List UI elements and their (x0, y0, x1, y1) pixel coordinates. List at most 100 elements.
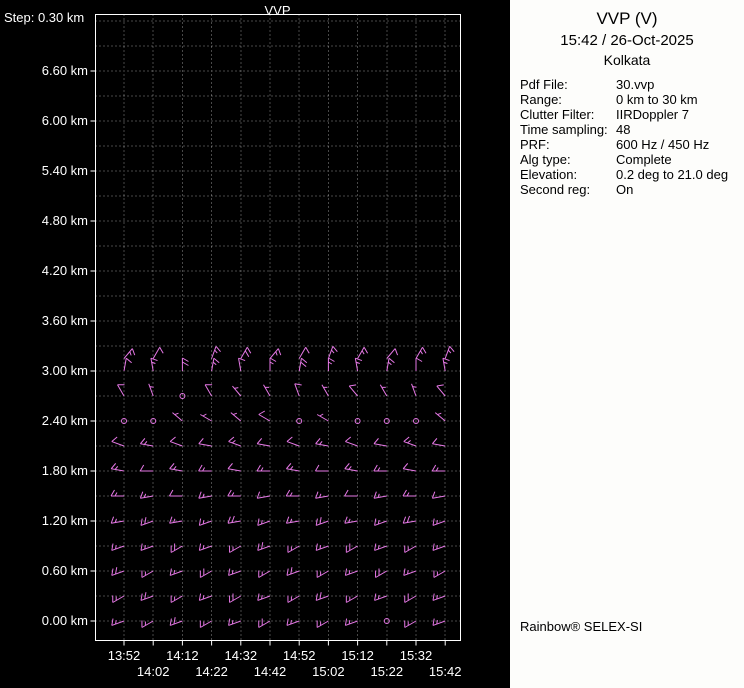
wind-barb-tick (449, 345, 455, 352)
wind-barb-shaft (286, 441, 300, 447)
plot-title: VVP (264, 3, 291, 18)
wind-barb-tick (402, 489, 407, 497)
wind-barb-shaft (200, 620, 212, 628)
wind-barb-shaft (316, 414, 329, 422)
wind-barb-tick (111, 543, 114, 551)
wind-barb-shaft (170, 441, 183, 447)
wind-barb-shaft (411, 383, 417, 397)
wind-barb-tick (442, 357, 450, 362)
wind-barb-tick (294, 383, 302, 386)
wind-barb-shaft (403, 520, 417, 524)
wind-barb-shaft (257, 520, 271, 526)
wind-barb-halftick (436, 595, 438, 600)
y-axis-label: 1.20 km (41, 513, 88, 528)
wind-barb-tick (394, 348, 399, 356)
wind-barb-tick (415, 357, 423, 362)
wind-barb-halftick (406, 492, 410, 497)
wind-barb-tick (277, 348, 282, 356)
wind-barb-tick (140, 438, 146, 445)
wind-barb-halftick (436, 545, 438, 550)
x-axis-label: 14:02 (136, 664, 170, 679)
wind-barb-halftick (377, 520, 380, 525)
field-value: On (616, 182, 634, 197)
wind-barb-shaft (298, 358, 302, 372)
wind-barb-tick (169, 618, 172, 626)
wind-barb-shaft (346, 545, 358, 553)
wind-barb-halftick (214, 349, 218, 354)
wind-barb-tick (432, 618, 435, 626)
field-value: Complete (616, 152, 672, 167)
wind-barb-shaft (140, 495, 154, 499)
wind-barb-tick (432, 543, 435, 551)
wind-barb-tick (344, 618, 348, 626)
wind-barb-shaft (432, 595, 446, 601)
x-axis-label: 14:52 (282, 648, 316, 663)
wind-barb-shaft (228, 620, 241, 626)
x-axis-label: 13:52 (107, 648, 141, 663)
wind-barb-halftick (420, 350, 423, 355)
wind-barb-tick (110, 489, 115, 497)
wind-barb-shaft (315, 495, 329, 499)
wind-barb-tick (198, 491, 202, 499)
wind-barb-halftick (202, 545, 205, 550)
wind-barb-shaft (123, 348, 133, 359)
wind-barb-tick (159, 346, 164, 354)
wind-barb-halftick (447, 349, 452, 354)
wind-barb-halftick (114, 466, 119, 470)
wind-barb-shaft (198, 443, 212, 447)
wind-barb-tick (286, 618, 289, 626)
field-value: 0 km to 30 km (616, 92, 698, 107)
wind-barb-shaft (198, 495, 212, 499)
parameter-list: Pdf File: 30.vvp Range: 0 km to 30 km Clutte… (520, 77, 744, 197)
wind-barb-shaft (111, 468, 125, 472)
wind-barb-tick (355, 357, 363, 362)
wind-barb-tick (257, 543, 260, 551)
wind-barb-shaft (344, 468, 358, 472)
field-label: Alg type: (520, 152, 571, 167)
wind-barb-tick (182, 361, 189, 366)
field-value: 48 (616, 122, 631, 137)
field-label: Pdf File: (520, 77, 568, 92)
wind-barb-tick (256, 438, 263, 445)
x-axis-label: 15:22 (370, 664, 404, 679)
field-label: Clutter Filter: (520, 107, 595, 122)
wind-barb-tick (374, 543, 377, 551)
y-axis-label: 0.00 km (41, 613, 88, 628)
wind-barb-shaft (229, 545, 242, 553)
wind-barb-shaft (287, 545, 300, 553)
wind-barb-tick (349, 384, 357, 387)
wind-barb-shaft (140, 545, 154, 551)
wind-barb-shaft (287, 595, 300, 603)
field-value: 30.vvp (616, 77, 655, 92)
wind-barb-shaft (211, 358, 215, 372)
wind-barb-halftick (275, 351, 278, 356)
wind-barb-tick (269, 357, 277, 362)
wind-barb-halftick (232, 439, 236, 444)
wind-barb-tick (286, 568, 289, 576)
y-axis-label: 3.00 km (41, 363, 88, 378)
wind-barb-tick (388, 357, 395, 364)
wind-barb-shaft (227, 468, 241, 472)
wind-barb-shaft (403, 441, 417, 447)
wind-barb-shaft (375, 570, 388, 578)
wind-barb-shaft (199, 545, 212, 551)
wind-barb-halftick (261, 520, 263, 525)
wind-barb-shaft (432, 443, 446, 447)
wind-barb-shaft (327, 346, 334, 359)
wind-barb-tick (198, 543, 202, 551)
panel-site-name: Kolkata (603, 52, 651, 68)
wind-barb-tick (363, 346, 369, 354)
wind-barb-halftick (377, 467, 381, 472)
wind-barb-shaft (170, 545, 183, 553)
wind-barb-halftick (388, 361, 392, 366)
wind-barb-halftick (144, 545, 146, 550)
wind-barb-tick (246, 346, 252, 354)
wind-barb-halftick (319, 413, 324, 417)
wind-barb-shaft (316, 595, 329, 601)
wind-barb-shaft (404, 545, 417, 553)
wind-barb-shaft (432, 620, 446, 626)
wind-barb-shaft (436, 385, 446, 397)
wind-barb-tick (403, 568, 406, 576)
panel-field-row: Pdf File: 30.vvp (520, 77, 744, 92)
wind-barb-tick (140, 593, 143, 601)
